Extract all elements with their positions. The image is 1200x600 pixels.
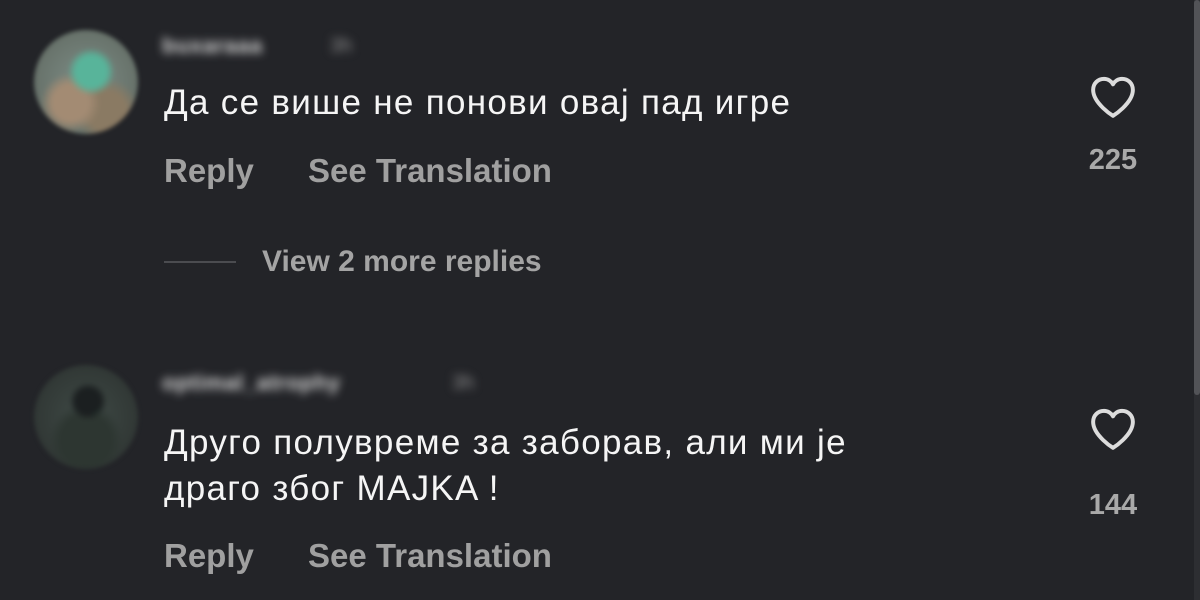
avatar[interactable]: [34, 30, 138, 134]
scrollbar[interactable]: [1194, 0, 1200, 600]
comment-username[interactable]: buxaraaa: [162, 33, 263, 59]
comment-timestamp: 3h: [330, 35, 353, 57]
reply-button[interactable]: Reply: [164, 151, 254, 191]
heart-icon[interactable]: [1087, 73, 1139, 119]
comment-text: Да се више не понови овај пад игре: [164, 83, 792, 122]
replies-divider-line: [164, 261, 236, 263]
comment-text: Друго полувреме за заборав, али ми је др…: [164, 423, 847, 508]
view-more-replies-label: View 2 more replies: [262, 245, 542, 278]
like-control: 225: [1083, 73, 1143, 177]
like-count: 144: [1088, 489, 1138, 521]
comment-item: buxaraaa 3h Да се више не понови овај па…: [0, 0, 1200, 340]
avatar[interactable]: [34, 365, 138, 469]
like-count: 225: [1088, 144, 1138, 176]
see-translation-button[interactable]: See Translation: [308, 536, 552, 576]
scrollbar-thumb[interactable]: [1194, 0, 1200, 395]
heart-icon[interactable]: [1087, 405, 1139, 451]
view-more-replies-button[interactable]: View 2 more replies: [164, 240, 542, 284]
reply-button[interactable]: Reply: [164, 536, 254, 576]
see-translation-button[interactable]: See Translation: [308, 151, 552, 191]
comment-timestamp: 3h: [452, 372, 475, 394]
like-control: 144: [1083, 405, 1143, 522]
comment-item: optimal_atrophy 3h Друго полувреме за за…: [0, 340, 1200, 600]
comment-username[interactable]: optimal_atrophy: [162, 370, 341, 396]
